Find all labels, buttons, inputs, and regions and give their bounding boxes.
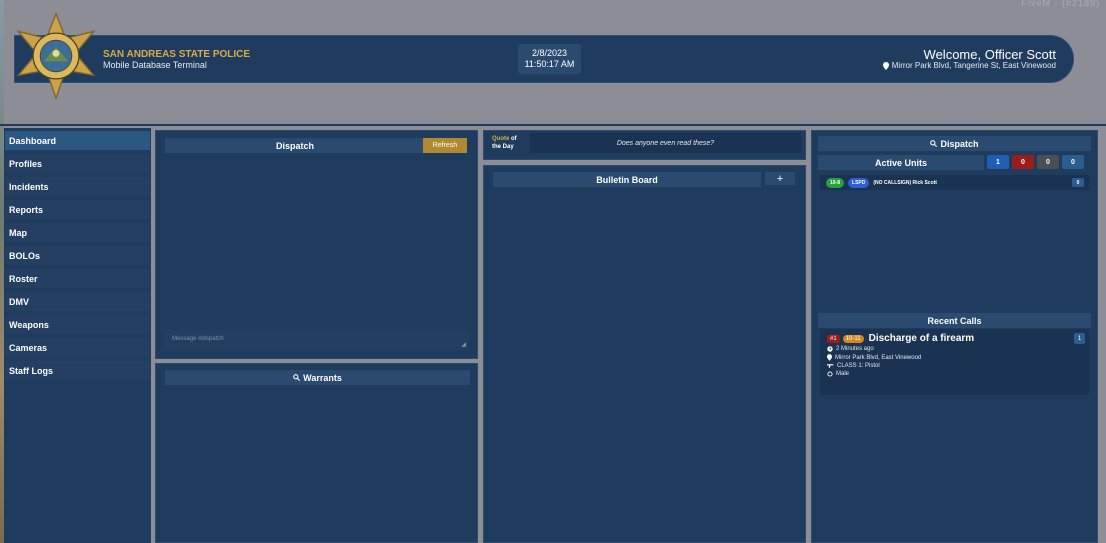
sidebar-item-profiles[interactable]: Profiles [5, 154, 150, 173]
quote-label-2: of [511, 136, 517, 142]
recent-calls-label: Recent Calls [818, 313, 1091, 328]
units-panel: Dispatch Active Units 1 0 0 0 10-8 LSPD … [811, 130, 1098, 543]
sidebar: Dashboard Profiles Incidents Reports Map… [4, 128, 151, 543]
clock-icon [827, 346, 833, 352]
call-number-badge: #1 [827, 334, 840, 343]
sidebar-item-staff-logs[interactable]: Staff Logs [5, 361, 150, 380]
quote-label-3: the Day [492, 144, 514, 150]
call-time: 2 Minutes ago [836, 346, 874, 352]
count-other: 0 [1062, 155, 1084, 169]
quote-text: Does anyone even read these? [530, 133, 801, 153]
badge-logo-icon [16, 12, 96, 100]
unit-dept-badge: LSPD [848, 177, 870, 188]
count-offline: 0 [1037, 155, 1059, 169]
agency-subtitle: Mobile Database Terminal [103, 60, 207, 70]
sidebar-item-reports[interactable]: Reports [5, 200, 150, 219]
call-location-line: Mirror Park Blvd, East Vinewood [827, 354, 1082, 361]
location-label: Mirror Park Blvd, Tangerine St, East Vin… [891, 61, 1056, 70]
sidebar-item-dashboard[interactable]: Dashboard [5, 131, 150, 150]
unit-row[interactable]: 10-8 LSPD (NO CALLSIGN) Rick Scott 0 [820, 175, 1089, 190]
count-available: 1 [987, 155, 1009, 169]
call-card[interactable]: #1 10-11 Discharge of a firearm 1 2 Minu… [820, 329, 1089, 395]
units-dispatch-title: Dispatch [940, 138, 979, 149]
warrants-title: Warrants [303, 372, 342, 383]
warrants-panel: Warrants [155, 363, 478, 543]
message-placeholder: Message #dispatch [172, 336, 224, 342]
gun-icon [827, 364, 834, 368]
agency-name: SAN ANDREAS STATE POLICE [103, 49, 251, 60]
quote-label-1: Quote [492, 136, 510, 142]
dispatch-title: Dispatch [165, 138, 425, 153]
gender-icon [827, 371, 833, 377]
unit-status-badge: 10-8 [826, 177, 845, 188]
bulletin-title: Bulletin Board [493, 172, 761, 187]
location-pin-icon [827, 354, 832, 361]
unit-name: (NO CALLSIGN) Rick Scott [873, 179, 937, 186]
location-text: Mirror Park Blvd, Tangerine St, East Vin… [882, 61, 1056, 70]
location-pin-icon [882, 61, 889, 70]
sidebar-item-incidents[interactable]: Incidents [5, 177, 150, 196]
unit-count-badge: 0 [1072, 178, 1084, 187]
count-busy: 0 [1012, 155, 1034, 169]
refresh-button[interactable]: Refresh [423, 138, 467, 153]
welcome-text: Welcome, Officer Scott [923, 47, 1056, 62]
date-text: 2/8/2023 [531, 48, 568, 58]
quote-label: Quote of the Day [492, 135, 517, 151]
search-icon [293, 373, 301, 383]
quote-panel: Quote of the Day Does anyone even read t… [483, 130, 806, 160]
sidebar-item-cameras[interactable]: Cameras [5, 338, 150, 357]
clock: 2/8/2023 11:50:17 AM [518, 44, 581, 74]
call-header: #1 10-11 Discharge of a firearm [827, 333, 1082, 344]
sidebar-item-roster[interactable]: Roster [5, 269, 150, 288]
search-icon [930, 139, 938, 149]
call-weapon-line: CLASS 1: Pistol [827, 363, 1082, 369]
call-gender-line: Male [827, 371, 1082, 377]
add-bulletin-button[interactable]: + [765, 172, 795, 185]
corner-label: FiveM · (b2189) [1021, 0, 1100, 8]
call-weapon: CLASS 1: Pistol [837, 363, 880, 369]
sidebar-item-dmv[interactable]: DMV [5, 292, 150, 311]
call-location: Mirror Park Blvd, East Vinewood [835, 354, 922, 361]
sidebar-item-bolos[interactable]: BOLOs [5, 246, 150, 265]
warrants-header: Warrants [165, 370, 470, 385]
header-divider [0, 124, 1106, 126]
call-units-badge: 1 [1074, 333, 1085, 344]
bulletin-panel: Bulletin Board + [483, 165, 806, 543]
call-time-line: 2 Minutes ago [827, 346, 1082, 352]
time-text: 11:50:17 AM [524, 59, 575, 69]
call-code-badge: 10-11 [842, 334, 864, 343]
sidebar-item-weapons[interactable]: Weapons [5, 315, 150, 334]
resize-handle-icon[interactable]: ◢ [461, 341, 466, 348]
dispatch-chat-panel: Dispatch Refresh Message #dispatch ◢ [155, 130, 478, 359]
units-dispatch-header: Dispatch [818, 136, 1091, 151]
sidebar-item-map[interactable]: Map [5, 223, 150, 242]
dispatch-message-input[interactable]: Message #dispatch ◢ [164, 330, 469, 350]
call-title: Discharge of a firearm [868, 333, 975, 344]
call-gender: Male [836, 371, 850, 377]
active-units-label: Active Units [818, 155, 984, 170]
